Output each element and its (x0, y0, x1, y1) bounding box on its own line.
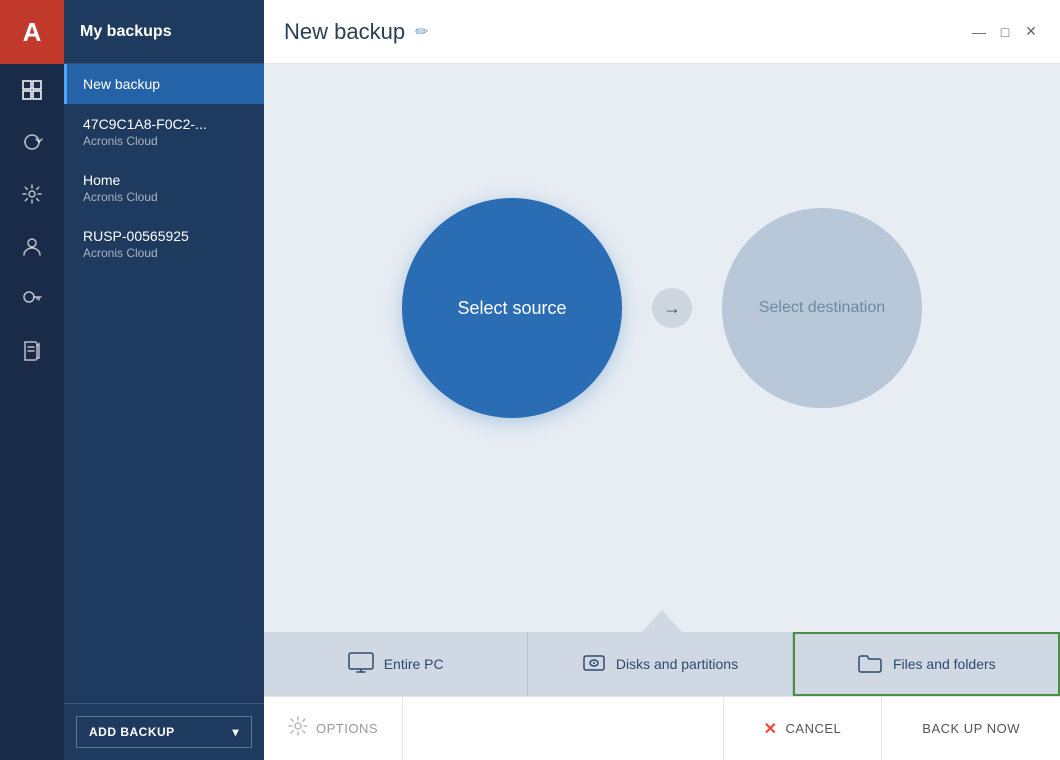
arrow-connector: → (652, 288, 692, 328)
nav-account[interactable] (0, 220, 64, 272)
sidebar: My backups New backup 47C9C1A8-F0C2-... … (64, 0, 264, 760)
sidebar-item-new-backup[interactable]: New backup (64, 64, 264, 104)
select-source-button[interactable]: Select source (402, 198, 622, 418)
nav-backup[interactable] (0, 64, 64, 116)
nav-sync[interactable] (0, 116, 64, 168)
canvas-area: Select source → Select destination (264, 64, 1060, 632)
triangle-pointer (642, 610, 682, 632)
gear-icon (288, 716, 308, 741)
disk-icon (582, 652, 606, 677)
sidebar-header: My backups (64, 0, 264, 64)
bottom-bar: OPTIONS ✕ CANCEL BACK UP NOW (264, 696, 1060, 760)
sidebar-item-backup-3[interactable]: RUSP-00565925 Acronis Cloud (64, 216, 264, 272)
sidebar-item-backup-2[interactable]: Home Acronis Cloud (64, 160, 264, 216)
window-controls: — □ ✕ (970, 23, 1040, 41)
monitor-icon (348, 652, 374, 677)
folder-icon (857, 652, 883, 677)
nav-book[interactable] (0, 324, 64, 376)
circles-container: Select source → Select destination (402, 198, 922, 418)
chevron-down-icon: ▾ (232, 725, 239, 739)
icon-rail: A (0, 0, 64, 760)
edit-title-icon[interactable]: ✏ (415, 22, 428, 42)
back-up-now-button[interactable]: BACK UP NOW (882, 697, 1060, 760)
page-title: New backup (284, 19, 405, 45)
main-area: New backup ✏ — □ ✕ Select source → Selec… (264, 0, 1060, 760)
minimize-button[interactable]: — (970, 23, 988, 41)
nav-key[interactable] (0, 272, 64, 324)
source-options-bar: Entire PC Disks and partitions (264, 632, 1060, 696)
nav-tools[interactable] (0, 168, 64, 220)
cancel-button[interactable]: ✕ CANCEL (723, 697, 883, 760)
close-button[interactable]: ✕ (1022, 23, 1040, 41)
app-container: A (0, 0, 1060, 760)
sidebar-footer: ADD BACKUP ▾ (64, 703, 264, 760)
source-option-files[interactable]: Files and folders (793, 632, 1060, 696)
app-logo: A (0, 0, 64, 64)
source-option-entire-pc[interactable]: Entire PC (264, 632, 528, 696)
add-backup-button[interactable]: ADD BACKUP ▾ (76, 716, 252, 748)
sidebar-item-backup-1[interactable]: 47C9C1A8-F0C2-... Acronis Cloud (64, 104, 264, 160)
select-destination-button[interactable]: Select destination (722, 208, 922, 408)
cancel-x-icon: ✕ (764, 719, 778, 739)
source-option-disks[interactable]: Disks and partitions (528, 632, 792, 696)
title-bar: New backup ✏ — □ ✕ (264, 0, 1060, 64)
options-button[interactable]: OPTIONS (264, 697, 403, 760)
maximize-button[interactable]: □ (996, 23, 1014, 41)
